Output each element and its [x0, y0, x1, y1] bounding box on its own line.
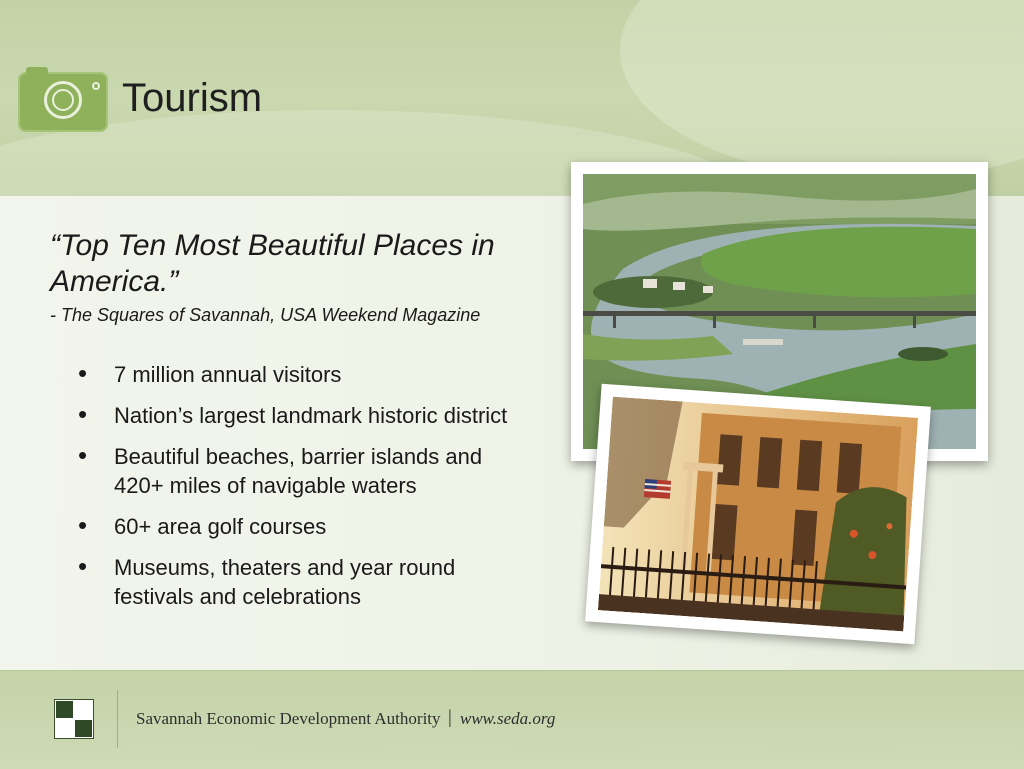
- footer-url-link[interactable]: www.seda.org: [460, 709, 555, 729]
- bullet-dot: •: [78, 440, 88, 470]
- logo-block: [75, 720, 92, 737]
- quote-text: “Top Ten Most Beautiful Places in Americ…: [50, 229, 495, 298]
- bullet-text: Beautiful beaches, barrier islands and 4…: [114, 444, 483, 498]
- bullet-item: • 7 million annual visitors: [76, 360, 516, 389]
- bullet-dot: •: [78, 399, 88, 429]
- bullet-text: Nation’s largest landmark historic distr…: [114, 403, 508, 428]
- camera-icon: [18, 67, 108, 132]
- seda-logo: [54, 699, 94, 739]
- bullet-item: • 60+ area golf courses: [76, 512, 516, 541]
- bullet-item: • Nation’s largest landmark historic dist…: [76, 401, 516, 430]
- bullet-text: Museums, theaters and year round festiva…: [114, 555, 456, 609]
- bullet-text: 60+ area golf courses: [114, 514, 327, 539]
- bullet-list: • 7 million annual visitors • Nation’s lar…: [76, 360, 516, 623]
- page-title: Tourism: [122, 76, 263, 120]
- bullet-item: • Beautiful beaches, barrier islands and …: [76, 442, 516, 500]
- quote-attribution: - The Squares of Savannah, USA Weekend M…: [50, 305, 481, 325]
- footer-organization: Savannah Economic Development Authority: [136, 709, 441, 728]
- logo-block: [56, 701, 73, 718]
- camera-top: [26, 67, 48, 75]
- bullet-text: 7 million annual visitors: [114, 362, 342, 387]
- camera-lens-inner: [52, 89, 74, 111]
- footer-divider: [117, 690, 118, 748]
- bullet-dot: •: [78, 510, 88, 540]
- bullet-item: • Museums, theaters and year round festiv…: [76, 553, 516, 611]
- house-illustration: [597, 396, 919, 632]
- footer-separator: |: [448, 707, 452, 728]
- photo-image: [597, 396, 919, 632]
- bullet-dot: •: [78, 358, 88, 388]
- historic-house-flag-iron-fence-photo: [585, 383, 931, 645]
- bullet-dot: •: [78, 551, 88, 581]
- camera-flash: [92, 82, 100, 90]
